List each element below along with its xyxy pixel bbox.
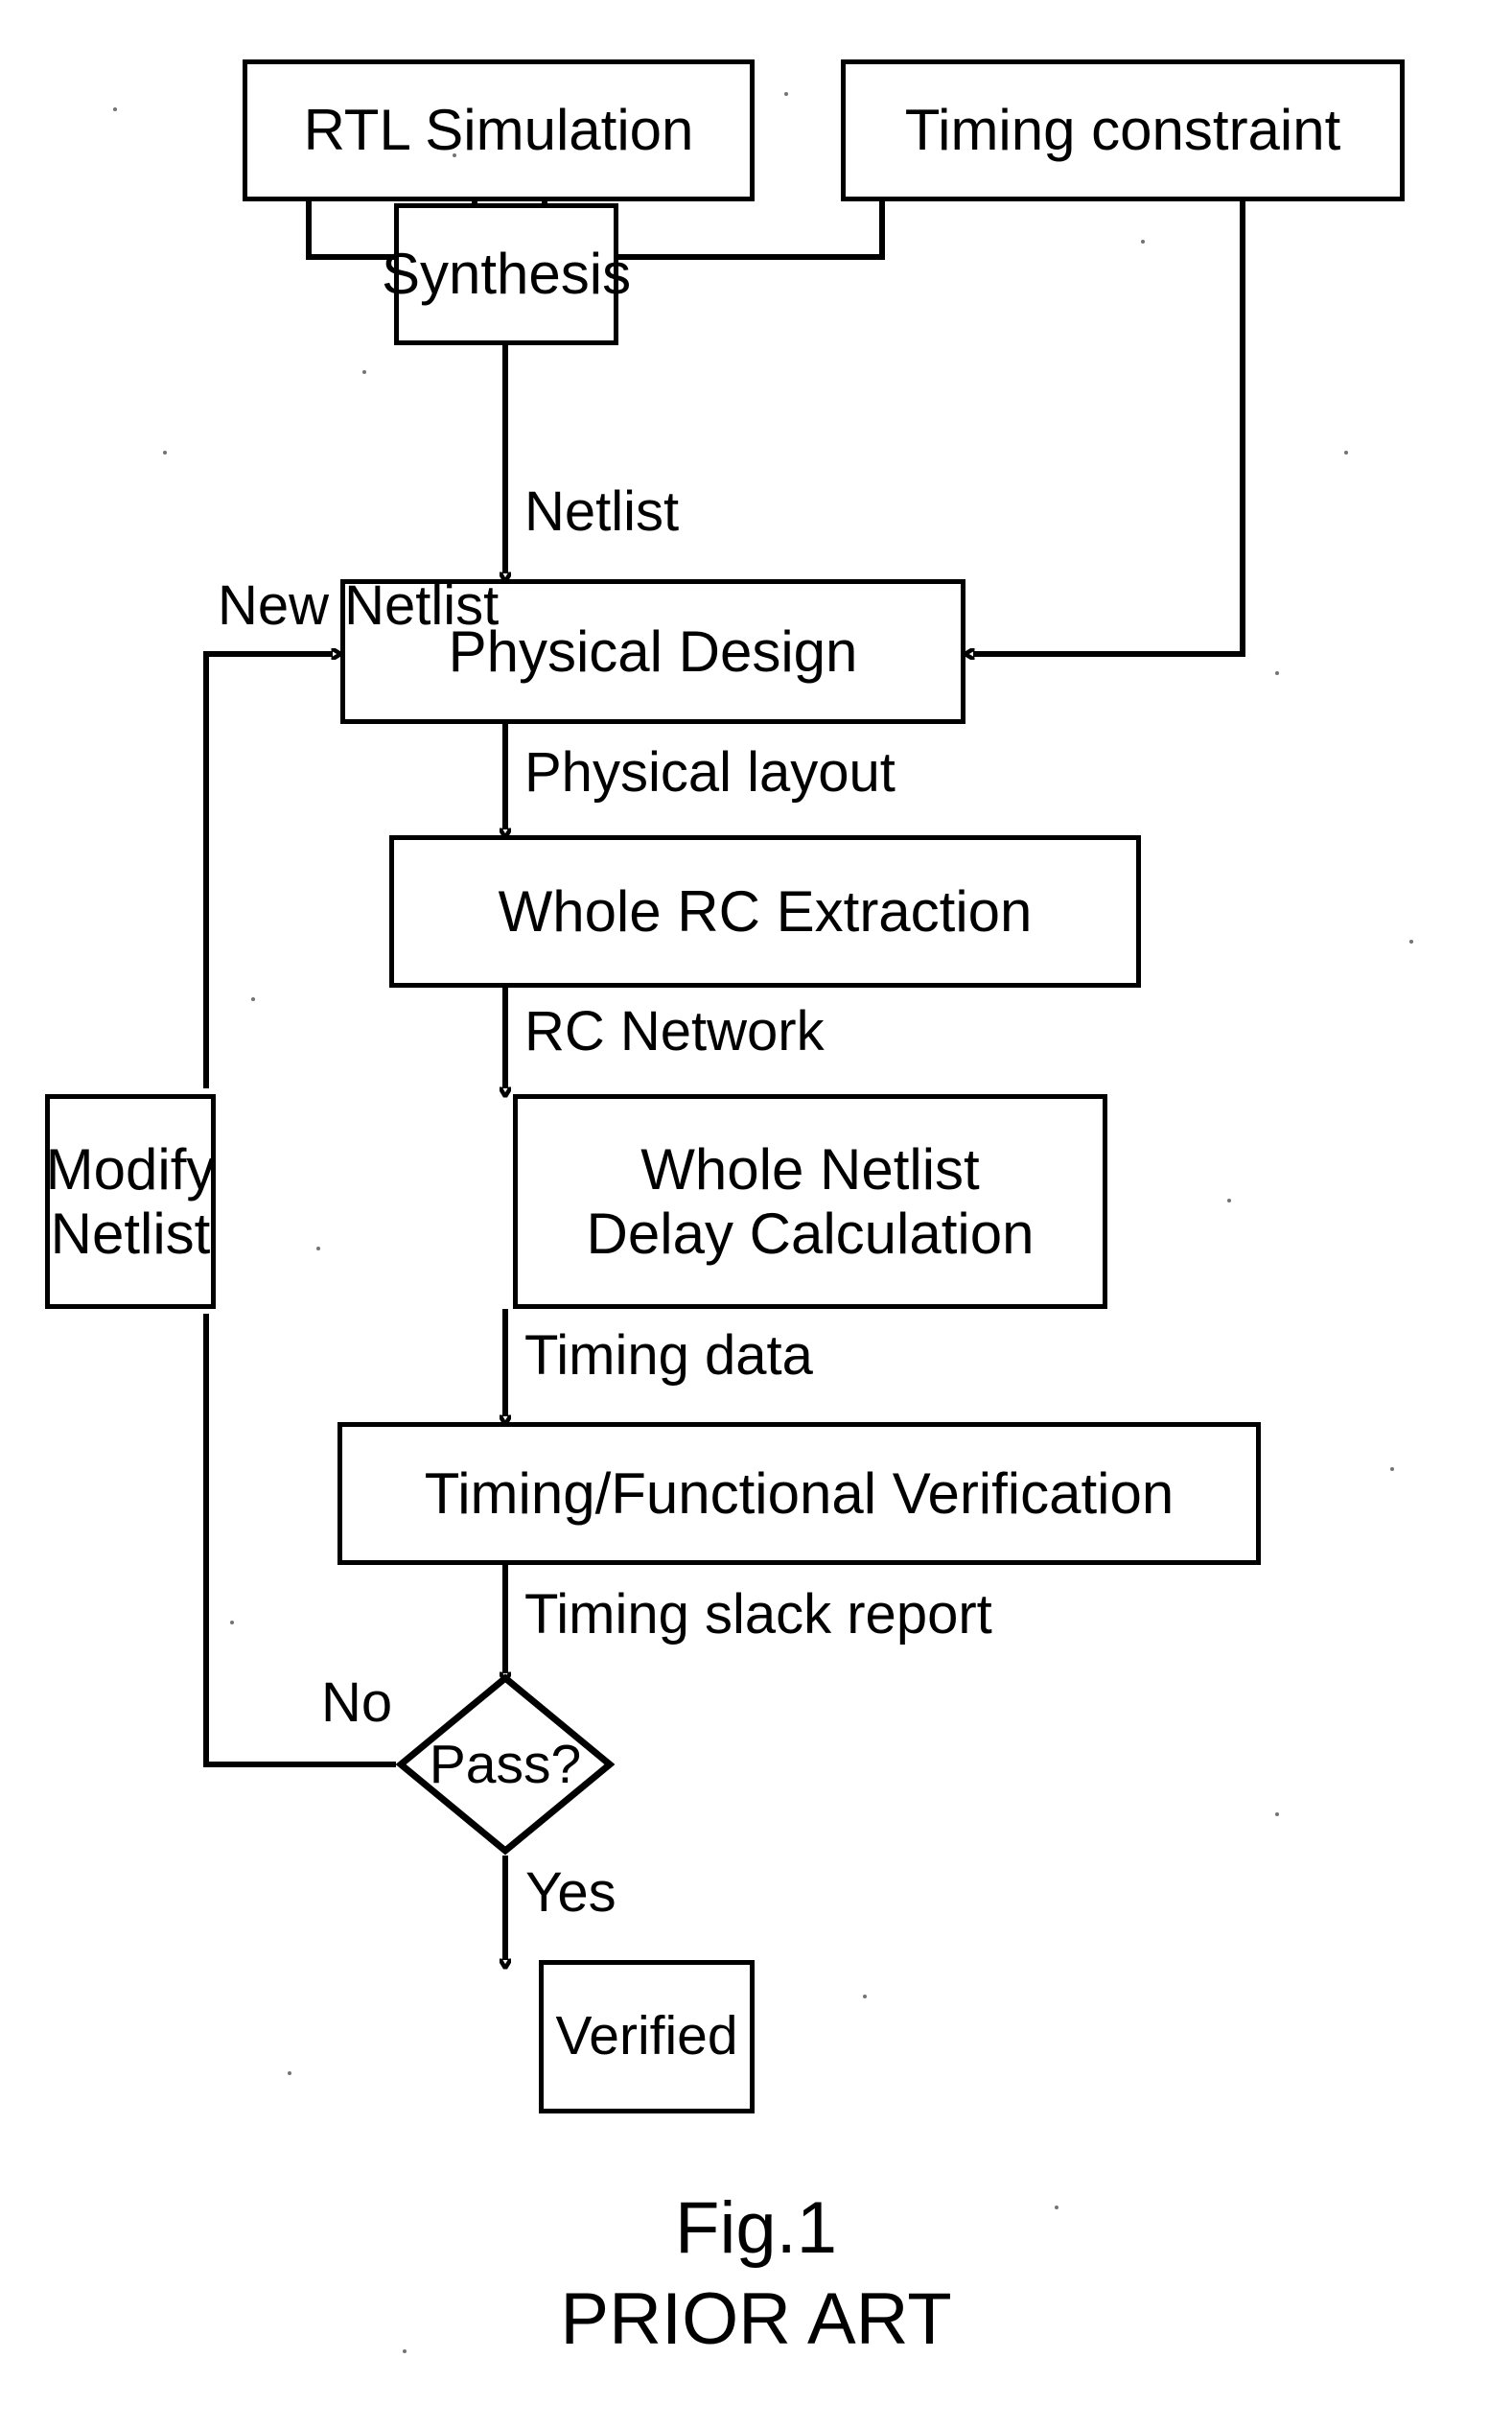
edge-label-physical-layout: Physical layout [524, 741, 896, 804]
figure-caption-prior-art: PRIOR ART [560, 2278, 952, 2360]
scan-speck [863, 1995, 867, 1998]
scan-speck [288, 2071, 291, 2075]
node-whole-rc-extraction[interactable]: Whole RC Extraction [389, 835, 1141, 988]
figure-caption-number: Fig.1 [675, 2187, 837, 2269]
scan-speck [403, 2349, 407, 2353]
scan-speck [1275, 671, 1279, 675]
node-synthesis-label: Synthesis [381, 242, 632, 307]
scan-speck [230, 1621, 234, 1624]
edge-label-rc-network: RC Network [524, 1000, 825, 1062]
node-timing-functional-verification-label: Timing/Functional Verification [424, 1460, 1175, 1526]
edge-label-timing-slack-report: Timing slack report [524, 1583, 992, 1646]
edge-label-no: No [321, 1671, 393, 1734]
node-rtl-simulation[interactable]: RTL Simulation [243, 59, 755, 201]
edge-label-netlist: Netlist [524, 480, 680, 543]
scan-speck [1275, 1812, 1279, 1816]
edge-label-yes: Yes [525, 1861, 616, 1924]
scan-speck [113, 107, 117, 111]
node-modify-netlist-label: Modify Netlist [45, 1136, 216, 1266]
scan-speck [1227, 1199, 1231, 1202]
scan-speck [1055, 2206, 1058, 2209]
node-whole-netlist-delay-calculation[interactable]: Whole Netlist Delay Calculation [513, 1094, 1107, 1309]
scan-speck [784, 92, 788, 96]
node-pass-decision[interactable]: Pass? [395, 1673, 616, 1856]
scan-speck [1344, 451, 1348, 455]
node-whole-rc-extraction-label: Whole RC Extraction [498, 878, 1033, 944]
node-verified[interactable]: Verified [539, 1960, 755, 2113]
node-modify-netlist[interactable]: Modify Netlist [45, 1094, 216, 1309]
scan-speck [362, 370, 366, 374]
edge-label-timing-data: Timing data [524, 1324, 813, 1387]
scan-speck [251, 997, 255, 1001]
node-timing-constraint[interactable]: Timing constraint [841, 59, 1405, 201]
node-timing-constraint-label: Timing constraint [904, 98, 1341, 163]
node-whole-netlist-delay-calculation-label: Whole Netlist Delay Calculation [586, 1136, 1035, 1266]
scan-speck [316, 1247, 320, 1250]
node-timing-functional-verification[interactable]: Timing/Functional Verification [337, 1422, 1261, 1565]
scan-speck [1141, 240, 1145, 244]
node-verified-label: Verified [555, 2005, 738, 2067]
figure-canvas: RTL Simulation Timing constraint Synthes… [0, 0, 1512, 2428]
scan-speck [1409, 940, 1413, 944]
scan-speck [1390, 1467, 1394, 1471]
node-pass-decision-label: Pass? [429, 1734, 582, 1795]
node-rtl-simulation-label: RTL Simulation [303, 98, 694, 163]
scan-speck [453, 153, 456, 157]
edge-label-new-netlist: New Netlist [218, 574, 500, 637]
node-physical-design-label: Physical Design [448, 619, 858, 684]
node-synthesis[interactable]: Synthesis [382, 203, 631, 345]
scan-speck [163, 451, 167, 455]
